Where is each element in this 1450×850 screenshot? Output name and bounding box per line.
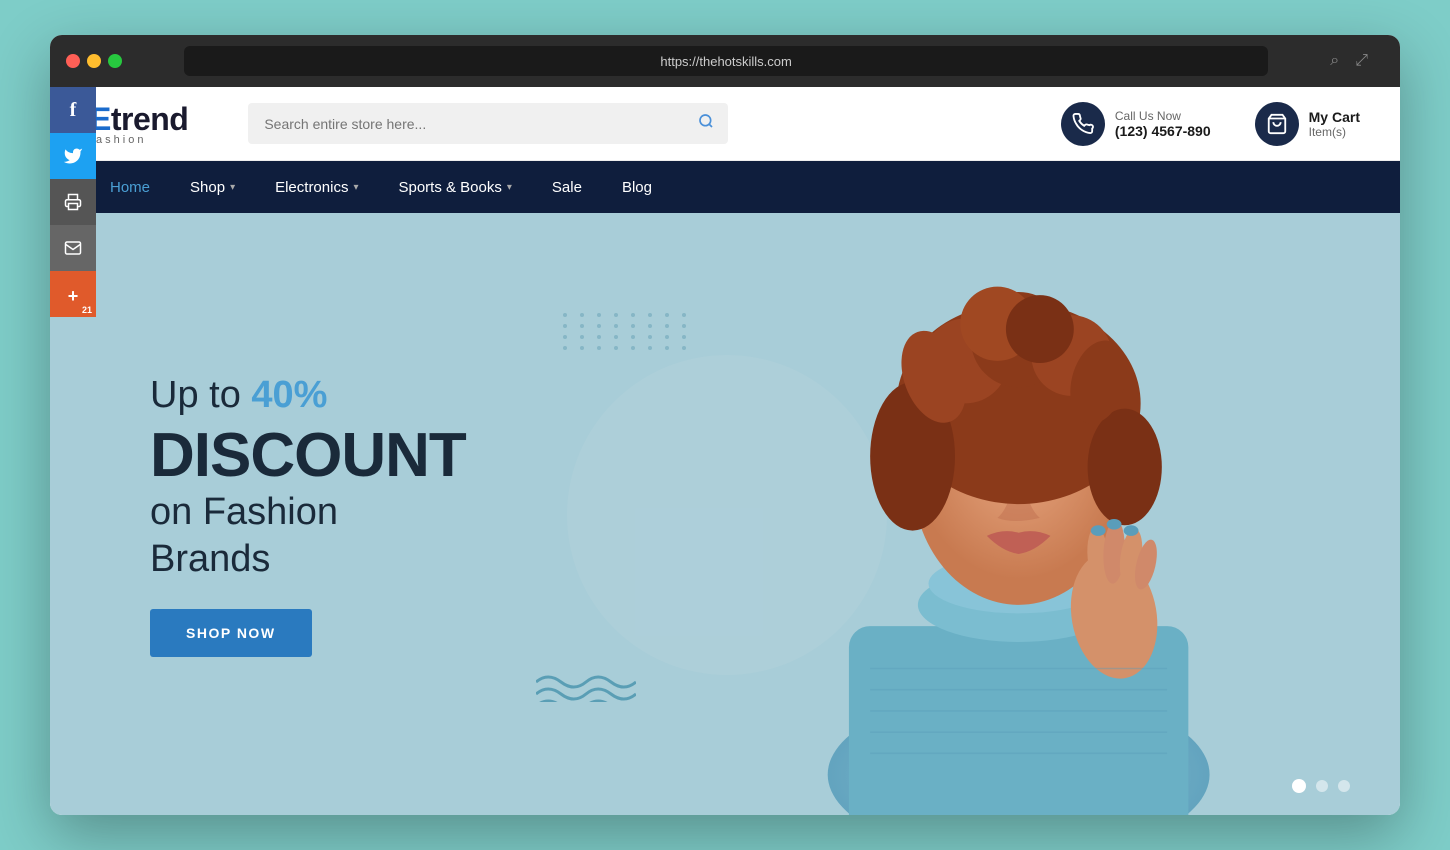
site-header: Etrend fashion Call Us Now (123 — [50, 87, 1400, 161]
dot-yellow[interactable] — [87, 54, 101, 68]
social-plus-button[interactable]: + 21 — [50, 271, 96, 317]
hero-waves-decoration — [536, 672, 636, 707]
nav-item-sports-books[interactable]: Sports & Books ▾ — [378, 161, 531, 213]
search-input[interactable] — [248, 106, 684, 142]
site-wrapper: f + 21 Etrend fashion — [50, 87, 1400, 815]
slider-dot-1[interactable] — [1292, 779, 1306, 793]
header-contact: Call Us Now (123) 4567-890 — [1061, 102, 1211, 146]
hero-discount-percent: 40% — [251, 374, 327, 416]
url-text: https://thehotskills.com — [660, 54, 792, 69]
browser-search-icon[interactable]: ⌕ — [1330, 52, 1339, 70]
nav-item-electronics[interactable]: Electronics ▾ — [255, 161, 378, 213]
slider-dots — [1292, 779, 1350, 793]
hero-brands: Brands — [150, 538, 466, 581]
cart-section[interactable]: My Cart Item(s) — [1255, 102, 1360, 146]
search-button[interactable] — [684, 103, 728, 144]
hero-subtext: on Fashion — [150, 488, 466, 537]
social-sidebar: f + 21 — [50, 87, 96, 815]
electronics-chevron-icon: ▾ — [353, 182, 358, 193]
slider-dot-3[interactable] — [1338, 780, 1350, 792]
social-print-button[interactable] — [50, 179, 96, 225]
address-bar[interactable]: https://thehotskills.com — [184, 46, 1268, 76]
browser-toolbar: ⌕ ⤢ — [1330, 52, 1384, 70]
nav-item-blog[interactable]: Blog — [602, 161, 672, 213]
logo-subtitle: fashion — [90, 134, 146, 146]
phone-icon — [1061, 102, 1105, 146]
hero-tagline-start: Up to — [150, 374, 251, 416]
shop-chevron-icon: ▾ — [230, 182, 235, 193]
site-nav: Home Shop ▾ Electronics ▾ Sports & Books… — [50, 161, 1400, 213]
logo-rest: trend — [111, 101, 189, 137]
social-plus-count: 21 — [82, 305, 92, 315]
hero-content: Up to 40% DISCOUNT on Fashion Brands SHO… — [50, 373, 466, 656]
social-twitter-button[interactable] — [50, 133, 96, 179]
contact-label: Call Us Now — [1115, 109, 1211, 123]
nav-item-home[interactable]: Home — [90, 161, 170, 213]
shop-now-button[interactable]: SHOP NOW — [150, 609, 312, 657]
slider-dot-2[interactable] — [1316, 780, 1328, 792]
cart-label: My Cart — [1309, 109, 1360, 125]
sports-chevron-icon: ▾ — [507, 182, 512, 193]
cart-items: Item(s) — [1309, 125, 1360, 139]
search-bar — [248, 103, 728, 144]
browser-chrome: https://thehotskills.com ⌕ ⤢ — [50, 35, 1400, 87]
social-facebook-button[interactable]: f — [50, 87, 96, 133]
logo-text: Etrend — [90, 101, 188, 138]
hero-headline: DISCOUNT — [150, 423, 466, 488]
social-email-button[interactable] — [50, 225, 96, 271]
browser-dots — [66, 54, 122, 68]
search-wrapper — [248, 103, 728, 144]
nav-item-shop[interactable]: Shop ▾ — [170, 161, 255, 213]
browser-window: https://thehotskills.com ⌕ ⤢ f + 21 — [50, 35, 1400, 815]
dot-red[interactable] — [66, 54, 80, 68]
cart-text: My Cart Item(s) — [1309, 109, 1360, 139]
logo[interactable]: Etrend fashion — [90, 101, 188, 146]
dot-green[interactable] — [108, 54, 122, 68]
hero-section: Up to 40% DISCOUNT on Fashion Brands SHO… — [50, 213, 1400, 815]
contact-number: (123) 4567-890 — [1115, 123, 1211, 139]
cart-icon — [1255, 102, 1299, 146]
contact-text: Call Us Now (123) 4567-890 — [1115, 109, 1211, 139]
hero-tagline: Up to 40% — [150, 373, 466, 419]
hero-model — [658, 213, 1401, 815]
nav-items: Home Shop ▾ Electronics ▾ Sports & Books… — [90, 161, 672, 213]
nav-item-sale[interactable]: Sale — [532, 161, 602, 213]
browser-expand-icon[interactable]: ⤢ — [1355, 52, 1368, 70]
